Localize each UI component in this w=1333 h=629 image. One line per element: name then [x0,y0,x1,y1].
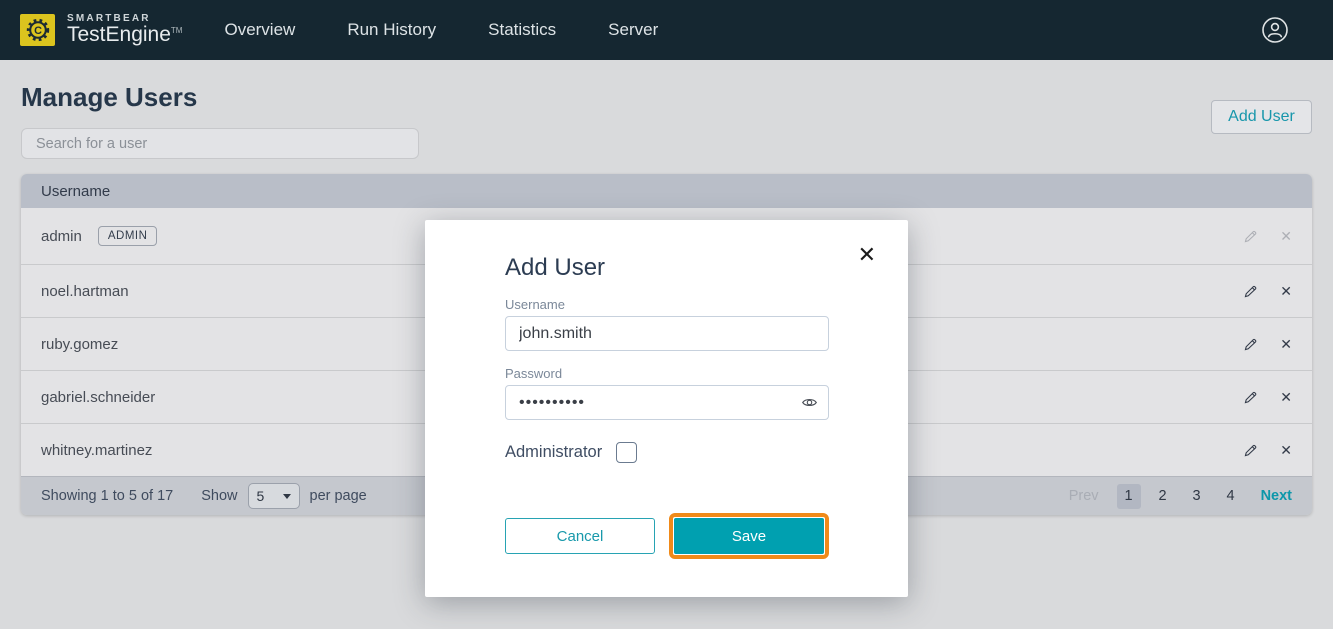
page-size-select[interactable]: 5 [248,483,300,509]
username-field[interactable] [505,316,829,351]
svg-text:C: C [34,25,42,37]
nav-item-overview[interactable]: Overview [224,20,295,40]
username-cell: whitney.martinez [41,442,152,459]
delete-x-icon[interactable]: ✕ [1280,337,1292,351]
pagination-page-4[interactable]: 4 [1219,484,1243,509]
brand-logo[interactable]: C SMARTBEAR TestEngineTM [20,14,182,47]
administrator-row: Administrator [505,442,829,463]
edit-pencil-icon[interactable] [1243,390,1258,405]
edit-pencil-icon[interactable] [1243,337,1258,352]
show-label: Show [201,488,237,504]
cancel-button[interactable]: Cancel [505,518,655,554]
brand-product: TestEngineTM [67,24,182,46]
main-nav: Overview Run History Statistics Server [224,20,658,40]
password-field-wrapper [505,385,829,420]
table-header-username: Username [21,174,1312,208]
per-page-label: per page [310,488,367,504]
delete-x-icon[interactable]: ✕ [1280,443,1292,457]
save-button-highlight-ring: Save [669,513,829,559]
delete-x-icon[interactable]: ✕ [1280,284,1292,298]
nav-item-run-history[interactable]: Run History [347,20,436,40]
password-field[interactable] [505,385,829,420]
password-label: Password [505,366,829,381]
modal-buttons: Cancel Save [505,513,829,559]
save-button[interactable]: Save [674,518,824,554]
row-actions: ✕ [1243,337,1292,352]
nav-item-statistics[interactable]: Statistics [488,20,556,40]
edit-pencil-icon[interactable] [1243,443,1258,458]
brand-text: SMARTBEAR TestEngineTM [67,14,182,47]
username-cell: admin [41,228,82,245]
row-actions: ✕ [1243,284,1292,299]
pagination-page-3[interactable]: 3 [1185,484,1209,509]
row-actions: ✕ [1243,443,1292,458]
pagination-page-1[interactable]: 1 [1117,484,1141,509]
showing-text: Showing 1 to 5 of 17 [41,488,173,504]
username-cell: ruby.gomez [41,336,118,353]
add-user-modal: ✕ Add User Username Password Administrat… [425,220,908,597]
username-cell: noel.hartman [41,283,129,300]
delete-x-icon: ✕ [1280,229,1292,243]
nav-item-server[interactable]: Server [608,20,658,40]
admin-badge: ADMIN [98,226,158,246]
chevron-down-icon [283,494,291,499]
pagination-page-2[interactable]: 2 [1151,484,1175,509]
smartbear-gear-icon: C [20,14,55,46]
edit-pencil-icon[interactable] [1243,284,1258,299]
pagination-next[interactable]: Next [1261,488,1292,504]
page-size-value: 5 [257,488,265,504]
row-actions: ✕ [1243,390,1292,405]
search-input[interactable] [21,128,419,159]
username-cell: gabriel.schneider [41,389,155,406]
administrator-label: Administrator [505,443,602,462]
show-password-eye-icon[interactable] [801,394,818,411]
username-label: Username [505,297,829,312]
administrator-checkbox[interactable] [616,442,637,463]
close-icon[interactable]: ✕ [858,244,876,266]
pagination-prev: Prev [1069,488,1099,504]
user-profile-icon[interactable] [1261,16,1289,44]
delete-x-icon[interactable]: ✕ [1280,390,1292,404]
page-title: Manage Users [21,82,1312,113]
top-navbar: C SMARTBEAR TestEngineTM Overview Run Hi… [0,0,1333,60]
row-actions: ✕ [1243,229,1292,244]
edit-pencil-icon [1243,229,1258,244]
pagination: Prev 1 2 3 4 Next [1069,484,1292,509]
modal-title: Add User [505,254,829,282]
add-user-button[interactable]: Add User [1211,100,1312,134]
